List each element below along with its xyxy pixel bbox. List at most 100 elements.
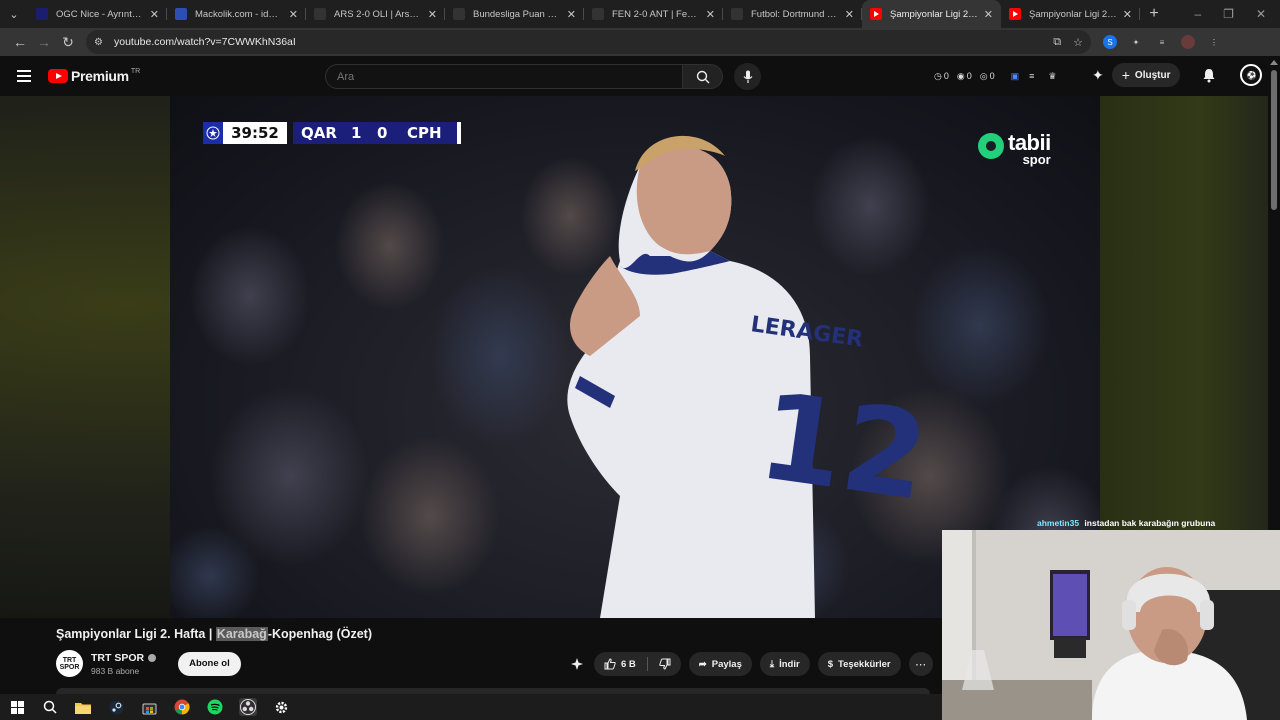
tab-close-icon[interactable]: ✕ xyxy=(1123,8,1132,21)
broadcaster-name: tabii xyxy=(1008,130,1051,155)
trophy-icon[interactable]: ♛ xyxy=(1048,71,1056,82)
url-text: youtube.com/watch?v=7CWWKhN36aI xyxy=(114,36,296,48)
tab-search-icon[interactable]: ⌄ xyxy=(0,0,28,28)
youtube-logo[interactable]: Premium TR xyxy=(48,68,140,84)
channel-name-row[interactable]: TRT SPOR xyxy=(91,652,157,664)
spotify-icon[interactable] xyxy=(206,698,224,716)
share-button[interactable]: ➦ Paylaş xyxy=(688,652,752,676)
score-panel: QAR 1 0 CPH xyxy=(293,122,461,144)
streamer-webcam xyxy=(942,530,1280,720)
chat-username: ahmetin35 xyxy=(1037,518,1080,528)
notifications-bell-icon[interactable] xyxy=(1202,68,1216,83)
site-favicon-icon xyxy=(36,8,48,20)
voice-search-button[interactable] xyxy=(734,63,761,90)
settings-gear-icon[interactable] xyxy=(272,698,290,716)
new-tab-button[interactable]: + xyxy=(1140,5,1168,23)
create-button[interactable]: + Oluştur xyxy=(1111,63,1181,87)
bookmark-star-icon[interactable]: ☆ xyxy=(1073,36,1083,49)
obs-icon[interactable] xyxy=(239,698,257,716)
extensions-puzzle-icon[interactable]: ✦ xyxy=(1129,35,1143,49)
home-team: QAR xyxy=(301,124,337,142)
tab-close-icon[interactable]: ✕ xyxy=(428,8,437,21)
tab-title: Mackolik.com - iddaa,canlı xyxy=(195,8,283,20)
window-controls: – ❐ ✕ xyxy=(1194,7,1280,21)
dislike-button[interactable] xyxy=(659,658,671,670)
subscribe-button[interactable]: Abone ol xyxy=(178,651,241,676)
menu-icon[interactable] xyxy=(17,70,31,82)
region-code: TR xyxy=(130,67,141,75)
video-title: Şampiyonlar Ligi 2. Hafta | Karabağ-Kope… xyxy=(56,627,372,641)
windows-start-icon[interactable] xyxy=(8,698,26,716)
thanks-button[interactable]: $ Teşekkürler xyxy=(817,652,901,676)
header-actions: ✦ + Oluştur ⚽ xyxy=(1092,63,1263,87)
restore-icon[interactable]: ❐ xyxy=(1223,7,1234,21)
download-icon: ⤓ xyxy=(769,658,775,670)
search-button[interactable] xyxy=(683,64,723,89)
close-window-icon[interactable]: ✕ xyxy=(1256,7,1266,21)
tab-close-icon[interactable]: ✕ xyxy=(706,8,715,21)
away-score: 0 xyxy=(377,124,388,142)
browser-tab[interactable]: Futbol: Dortmund - kadro ✕ xyxy=(723,0,862,28)
browser-tab[interactable]: Bundesliga Puan Durumu ✕ xyxy=(445,0,584,28)
share-label: Paylaş xyxy=(711,658,742,670)
tab-title: Bundesliga Puan Durumu xyxy=(473,8,561,20)
ucl-logo-icon xyxy=(203,122,223,144)
download-button[interactable]: ⤓ İndir xyxy=(759,652,810,676)
steam-icon[interactable] xyxy=(107,698,125,716)
premium-badge-icon[interactable]: ✦ xyxy=(1092,67,1104,84)
account-avatar[interactable]: ⚽ xyxy=(1240,64,1263,86)
tab-close-icon[interactable]: ✕ xyxy=(150,8,159,21)
search-input[interactable] xyxy=(325,64,683,89)
premium-sparkle-icon[interactable] xyxy=(568,657,586,671)
forward-button[interactable]: → xyxy=(32,30,56,54)
tab-title: Şampiyonlar Ligi 2. Hafta xyxy=(1029,8,1117,20)
channel-name[interactable]: TRT SPOR xyxy=(91,652,144,664)
profile-avatar[interactable] xyxy=(1181,35,1195,49)
page-scrollbar[interactable] xyxy=(1268,56,1280,530)
tab-title: OGC Nice - Ayrıntılı kadro xyxy=(56,8,144,20)
taskbar-search-icon[interactable] xyxy=(41,698,59,716)
browser-menu-icon[interactable]: ⋮ xyxy=(1207,35,1221,49)
cast-icon[interactable]: ⧉ xyxy=(1053,36,1061,49)
extension-icon[interactable]: S xyxy=(1103,35,1117,49)
tab-close-icon[interactable]: ✕ xyxy=(845,8,854,21)
browser-tab[interactable]: Şampiyonlar Ligi 2. Hafta ✕ xyxy=(1001,0,1140,28)
tab-close-icon[interactable]: ✕ xyxy=(984,8,993,21)
list-icon[interactable]: ≡ xyxy=(1029,71,1034,81)
site-info-icon[interactable]: ⚙ xyxy=(94,37,108,48)
browser-tab[interactable]: Mackolik.com - iddaa,canlı ✕ xyxy=(167,0,306,28)
minimize-icon[interactable]: – xyxy=(1194,7,1201,21)
youtube-favicon-icon xyxy=(870,8,882,20)
reading-list-icon[interactable]: ≡ xyxy=(1155,35,1169,49)
scroll-thumb[interactable] xyxy=(1271,70,1277,210)
taskbar xyxy=(0,694,942,720)
channel-meta: TRT SPOR 983 B abone xyxy=(91,652,157,676)
browser-tab[interactable]: OGC Nice - Ayrıntılı kadro ✕ xyxy=(28,0,167,28)
url-bar[interactable]: ⚙ youtube.com/watch?v=7CWWKhN36aI ⧉ ☆ xyxy=(86,30,1091,54)
search-icon xyxy=(696,70,709,83)
store-icon[interactable] xyxy=(140,698,158,716)
match-clock: 39:52 xyxy=(223,122,287,144)
like-dislike-pill: 6 B xyxy=(594,652,681,676)
browser-tab[interactable]: FEN 2-0 ANT | Fenerbahçe ✕ xyxy=(584,0,723,28)
extension-badge-icon[interactable]: ▣ xyxy=(1011,71,1020,82)
back-button[interactable]: ← xyxy=(8,30,32,54)
like-button[interactable]: 6 B xyxy=(604,658,636,670)
browser-tab[interactable]: Şampiyonlar Ligi 2. Hafta ✕ xyxy=(862,0,1001,28)
reload-button[interactable]: ↻ xyxy=(56,30,80,54)
site-favicon-icon xyxy=(592,8,604,20)
chrome-icon[interactable] xyxy=(173,698,191,716)
tab-title: Futbol: Dortmund - kadro xyxy=(751,8,839,20)
more-actions-button[interactable]: ⋯ xyxy=(908,652,933,676)
chat-message: ahmetin35 instadan bak karabağın grubuna xyxy=(1037,518,1215,528)
scroll-up-arrow-icon[interactable] xyxy=(1270,60,1278,65)
tab-close-icon[interactable]: ✕ xyxy=(289,8,298,21)
channel-row: TRT SPOR TRT SPOR 983 B abone Abone ol xyxy=(56,650,241,677)
file-explorer-icon[interactable] xyxy=(74,698,92,716)
tab-close-icon[interactable]: ✕ xyxy=(567,8,576,21)
channel-avatar[interactable]: TRT SPOR xyxy=(56,650,83,677)
share-icon: ➦ xyxy=(698,658,707,670)
home-score: 1 xyxy=(351,124,362,142)
browser-tab[interactable]: ARS 2-0 OLI | Arsenal - Olympiacos ✕ xyxy=(306,0,445,28)
broadcaster-logo: tabii spor xyxy=(978,132,1051,166)
